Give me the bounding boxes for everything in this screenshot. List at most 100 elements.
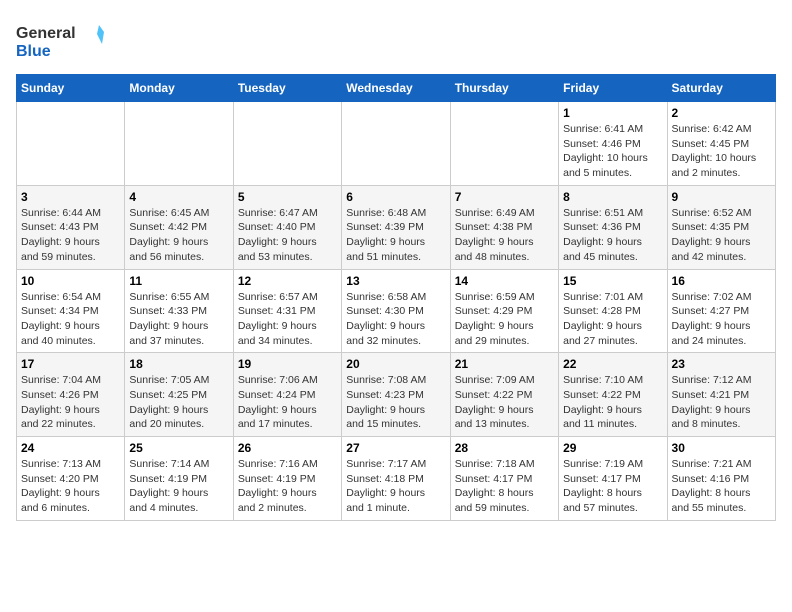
day-number: 5 (238, 190, 337, 204)
day-info: Sunrise: 6:49 AMSunset: 4:38 PMDaylight:… (455, 206, 554, 265)
calendar-cell: 3Sunrise: 6:44 AMSunset: 4:43 PMDaylight… (17, 185, 125, 269)
day-number: 16 (672, 274, 771, 288)
day-number: 22 (563, 357, 662, 371)
day-info: Sunrise: 7:01 AMSunset: 4:28 PMDaylight:… (563, 290, 662, 349)
calendar-cell (17, 102, 125, 186)
calendar-week-row: 3Sunrise: 6:44 AMSunset: 4:43 PMDaylight… (17, 185, 776, 269)
calendar-header-row: SundayMondayTuesdayWednesdayThursdayFrid… (17, 75, 776, 102)
calendar-cell (233, 102, 341, 186)
day-number: 26 (238, 441, 337, 455)
calendar-cell (342, 102, 450, 186)
day-info: Sunrise: 7:14 AMSunset: 4:19 PMDaylight:… (129, 457, 228, 516)
day-number: 30 (672, 441, 771, 455)
calendar-week-row: 24 Sunrise: 7:13 AMSunset: 4:20 PMDayligh… (17, 437, 776, 521)
day-info: Sunrise: 6:51 AMSunset: 4:36 PMDaylight:… (563, 206, 662, 265)
calendar-cell: 13Sunrise: 6:58 AMSunset: 4:30 PMDayligh… (342, 269, 450, 353)
day-number: 20 (346, 357, 445, 371)
calendar-cell: 25 Sunrise: 7:14 AMSunset: 4:19 PMDayligh… (125, 437, 233, 521)
day-info: Sunrise: 7:12 AMSunset: 4:21 PMDaylight:… (672, 373, 771, 432)
day-info: Sunrise: 7:21 AMSunset: 4:16 PMDaylight:… (672, 457, 771, 516)
calendar-cell: 7 Sunrise: 6:49 AMSunset: 4:38 PMDaylight… (450, 185, 558, 269)
day-number: 7 (455, 190, 554, 204)
calendar-week-row: 1 Sunrise: 6:41 AMSunset: 4:46 PMDaylight… (17, 102, 776, 186)
calendar-cell: 23Sunrise: 7:12 AMSunset: 4:21 PMDayligh… (667, 353, 775, 437)
day-info: Sunrise: 6:41 AMSunset: 4:46 PMDaylight:… (563, 122, 662, 181)
day-info: Sunrise: 6:44 AMSunset: 4:43 PMDaylight:… (21, 206, 120, 265)
header-wednesday: Wednesday (342, 75, 450, 102)
calendar-cell: 20 Sunrise: 7:08 AMSunset: 4:23 PMDayligh… (342, 353, 450, 437)
day-number: 27 (346, 441, 445, 455)
header-tuesday: Tuesday (233, 75, 341, 102)
day-info: Sunrise: 6:57 AMSunset: 4:31 PMDaylight:… (238, 290, 337, 349)
day-info: Sunrise: 7:06 AMSunset: 4:24 PMDaylight:… (238, 373, 337, 432)
day-number: 25 (129, 441, 228, 455)
day-number: 4 (129, 190, 228, 204)
day-number: 8 (563, 190, 662, 204)
calendar-cell: 18 Sunrise: 7:05 AMSunset: 4:25 PMDayligh… (125, 353, 233, 437)
calendar-cell: 21 Sunrise: 7:09 AMSunset: 4:22 PMDayligh… (450, 353, 558, 437)
day-info: Sunrise: 6:59 AMSunset: 4:29 PMDaylight:… (455, 290, 554, 349)
day-number: 21 (455, 357, 554, 371)
calendar-cell: 5 Sunrise: 6:47 AMSunset: 4:40 PMDaylight… (233, 185, 341, 269)
calendar-week-row: 10 Sunrise: 6:54 AMSunset: 4:34 PMDayligh… (17, 269, 776, 353)
day-info: Sunrise: 6:42 AMSunset: 4:45 PMDaylight:… (672, 122, 771, 181)
calendar-cell: 22 Sunrise: 7:10 AMSunset: 4:22 PMDayligh… (559, 353, 667, 437)
day-info: Sunrise: 7:05 AMSunset: 4:25 PMDaylight:… (129, 373, 228, 432)
day-number: 1 (563, 106, 662, 120)
day-info: Sunrise: 7:17 AMSunset: 4:18 PMDaylight:… (346, 457, 445, 516)
calendar-cell: 16 Sunrise: 7:02 AMSunset: 4:27 PMDayligh… (667, 269, 775, 353)
calendar-cell: 6Sunrise: 6:48 AMSunset: 4:39 PMDaylight… (342, 185, 450, 269)
calendar-cell: 15 Sunrise: 7:01 AMSunset: 4:28 PMDayligh… (559, 269, 667, 353)
calendar-cell: 27 Sunrise: 7:17 AMSunset: 4:18 PMDayligh… (342, 437, 450, 521)
day-info: Sunrise: 7:09 AMSunset: 4:22 PMDaylight:… (455, 373, 554, 432)
calendar-cell: 17 Sunrise: 7:04 AMSunset: 4:26 PMDayligh… (17, 353, 125, 437)
day-info: Sunrise: 7:10 AMSunset: 4:22 PMDaylight:… (563, 373, 662, 432)
day-number: 29 (563, 441, 662, 455)
calendar-cell: 26 Sunrise: 7:16 AMSunset: 4:19 PMDayligh… (233, 437, 341, 521)
day-info: Sunrise: 7:13 AMSunset: 4:20 PMDaylight:… (21, 457, 120, 516)
day-number: 17 (21, 357, 120, 371)
page-header: General Blue (16, 16, 776, 66)
calendar-cell: 30 Sunrise: 7:21 AMSunset: 4:16 PMDayligh… (667, 437, 775, 521)
calendar-cell: 8 Sunrise: 6:51 AMSunset: 4:36 PMDaylight… (559, 185, 667, 269)
header-thursday: Thursday (450, 75, 558, 102)
day-number: 6 (346, 190, 445, 204)
calendar-cell: 29 Sunrise: 7:19 AMSunset: 4:17 PMDayligh… (559, 437, 667, 521)
day-number: 11 (129, 274, 228, 288)
calendar-cell: 10 Sunrise: 6:54 AMSunset: 4:34 PMDayligh… (17, 269, 125, 353)
calendar-cell: 12 Sunrise: 6:57 AMSunset: 4:31 PMDayligh… (233, 269, 341, 353)
logo-image: General Blue (16, 16, 106, 66)
day-info: Sunrise: 7:16 AMSunset: 4:19 PMDaylight:… (238, 457, 337, 516)
day-info: Sunrise: 6:45 AMSunset: 4:42 PMDaylight:… (129, 206, 228, 265)
day-info: Sunrise: 6:54 AMSunset: 4:34 PMDaylight:… (21, 290, 120, 349)
calendar-cell: 28Sunrise: 7:18 AMSunset: 4:17 PMDayligh… (450, 437, 558, 521)
day-info: Sunrise: 6:52 AMSunset: 4:35 PMDaylight:… (672, 206, 771, 265)
calendar-cell (450, 102, 558, 186)
calendar-cell: 19 Sunrise: 7:06 AMSunset: 4:24 PMDayligh… (233, 353, 341, 437)
header-saturday: Saturday (667, 75, 775, 102)
calendar-cell: 11 Sunrise: 6:55 AMSunset: 4:33 PMDayligh… (125, 269, 233, 353)
calendar-week-row: 17 Sunrise: 7:04 AMSunset: 4:26 PMDayligh… (17, 353, 776, 437)
day-number: 15 (563, 274, 662, 288)
calendar-cell: 24 Sunrise: 7:13 AMSunset: 4:20 PMDayligh… (17, 437, 125, 521)
day-number: 19 (238, 357, 337, 371)
day-info: Sunrise: 7:08 AMSunset: 4:23 PMDaylight:… (346, 373, 445, 432)
day-info: Sunrise: 6:47 AMSunset: 4:40 PMDaylight:… (238, 206, 337, 265)
header-monday: Monday (125, 75, 233, 102)
day-info: Sunrise: 7:02 AMSunset: 4:27 PMDaylight:… (672, 290, 771, 349)
calendar-cell: 1 Sunrise: 6:41 AMSunset: 4:46 PMDaylight… (559, 102, 667, 186)
day-info: Sunrise: 7:04 AMSunset: 4:26 PMDaylight:… (21, 373, 120, 432)
header-sunday: Sunday (17, 75, 125, 102)
day-info: Sunrise: 6:55 AMSunset: 4:33 PMDaylight:… (129, 290, 228, 349)
day-number: 18 (129, 357, 228, 371)
day-number: 28 (455, 441, 554, 455)
day-number: 2 (672, 106, 771, 120)
calendar-cell: 14Sunrise: 6:59 AMSunset: 4:29 PMDayligh… (450, 269, 558, 353)
day-info: Sunrise: 7:19 AMSunset: 4:17 PMDaylight:… (563, 457, 662, 516)
calendar-table: SundayMondayTuesdayWednesdayThursdayFrid… (16, 74, 776, 521)
day-number: 24 (21, 441, 120, 455)
svg-text:General: General (16, 25, 76, 42)
day-number: 12 (238, 274, 337, 288)
calendar-cell: 9Sunrise: 6:52 AMSunset: 4:35 PMDaylight… (667, 185, 775, 269)
day-number: 10 (21, 274, 120, 288)
